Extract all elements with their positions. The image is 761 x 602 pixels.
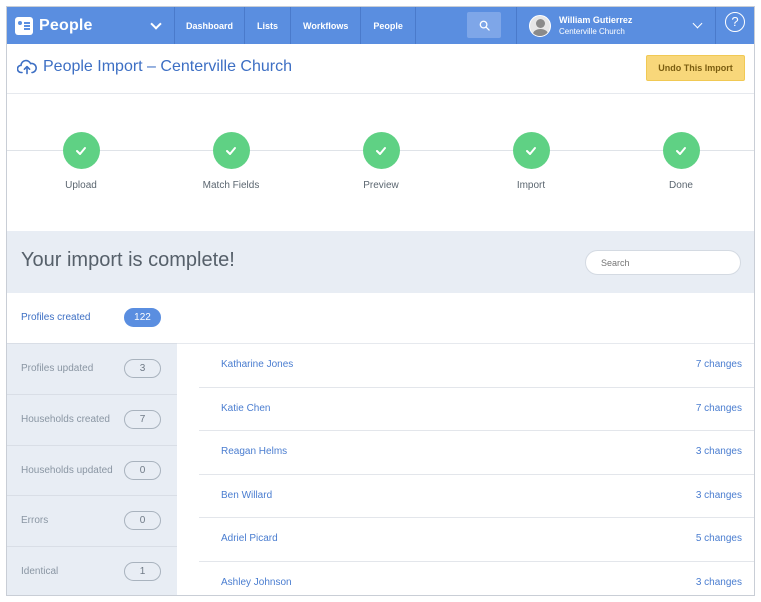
stat-count-badge: 122 xyxy=(124,308,161,327)
list-item[interactable]: Reagan Helms 3 changes xyxy=(199,431,754,475)
import-complete-banner: Your import is complete! xyxy=(7,231,754,293)
help-icon[interactable]: ? xyxy=(725,12,745,32)
step-preview: Preview xyxy=(331,132,431,191)
changes-link[interactable]: 5 changes xyxy=(696,533,742,544)
step-label: Match Fields xyxy=(202,180,260,191)
profile-name-link[interactable]: Ashley Johnson xyxy=(221,577,292,588)
step-upload: Upload xyxy=(31,132,131,191)
profile-name-link[interactable]: Katie Chen xyxy=(221,403,270,414)
changes-link[interactable]: 7 changes xyxy=(696,403,742,414)
changes-link[interactable]: 3 changes xyxy=(696,446,742,457)
stat-label: Errors xyxy=(21,515,49,526)
cloud-upload-icon xyxy=(17,59,37,75)
stat-count-badge: 3 xyxy=(124,359,161,378)
stat-errors[interactable]: Errors 0 xyxy=(7,495,177,546)
search-button[interactable] xyxy=(467,12,501,38)
import-stats-sidebar: Profiles created 122 Profiles updated 3 … xyxy=(7,293,177,595)
profile-name-link[interactable]: Reagan Helms xyxy=(221,446,287,457)
imported-profiles-list: Katharine Jones 7 changes Katie Chen 7 c… xyxy=(199,344,754,595)
profile-name-link[interactable]: Ben Willard xyxy=(221,490,272,501)
app-name: People xyxy=(39,16,93,34)
stat-profiles-updated[interactable]: Profiles updated 3 xyxy=(7,343,177,394)
people-logo-icon xyxy=(15,16,33,35)
changes-link[interactable]: 7 changes xyxy=(696,359,742,370)
page-header: People Import – Centerville Church Undo … xyxy=(7,44,754,94)
stat-label: Profiles updated xyxy=(21,363,94,374)
stat-profiles-created[interactable]: Profiles created 122 xyxy=(7,293,177,344)
step-import: Import xyxy=(481,132,581,191)
step-label: Import xyxy=(516,180,546,191)
stat-count-badge: 7 xyxy=(124,410,161,429)
stat-count-badge: 1 xyxy=(124,562,161,581)
user-name: William Gutierrez xyxy=(559,14,633,25)
undo-import-button[interactable]: Undo This Import xyxy=(646,55,745,81)
check-icon xyxy=(212,132,250,169)
top-navbar: People Dashboard Lists Workflows People … xyxy=(7,7,754,44)
nav-people[interactable]: People xyxy=(361,7,416,44)
stat-count-badge: 0 xyxy=(124,461,161,480)
step-label: Done xyxy=(669,180,693,191)
stat-label: Households updated xyxy=(21,465,113,476)
nav-workflows[interactable]: Workflows xyxy=(291,7,362,44)
user-menu[interactable]: William Gutierrez Centerville Church xyxy=(516,7,716,44)
chevron-down-icon xyxy=(692,18,703,29)
check-icon xyxy=(362,132,400,169)
stat-identical[interactable]: Identical 1 xyxy=(7,546,177,595)
step-done: Done xyxy=(631,132,731,191)
nav-dashboard[interactable]: Dashboard xyxy=(175,7,246,44)
changes-link[interactable]: 3 changes xyxy=(696,577,742,588)
stat-count-badge: 0 xyxy=(124,511,161,530)
banner-title: Your import is complete! xyxy=(21,249,235,271)
import-progress-steps: Upload Match Fields Preview Import Done xyxy=(7,95,754,231)
step-label: Preview xyxy=(363,180,399,191)
stat-label: Households created xyxy=(21,414,110,425)
search-icon xyxy=(479,20,490,31)
check-icon xyxy=(662,132,700,169)
avatar xyxy=(529,14,551,37)
search-input[interactable] xyxy=(585,250,741,275)
page-title: People Import – Centerville Church xyxy=(43,58,293,75)
step-match-fields: Match Fields xyxy=(181,132,281,191)
list-item[interactable]: Katie Chen 7 changes xyxy=(199,388,754,432)
profile-name-link[interactable]: Katharine Jones xyxy=(221,359,293,370)
profile-name-link[interactable]: Adriel Picard xyxy=(221,533,278,544)
list-item[interactable]: Ashley Johnson 3 changes xyxy=(199,562,754,595)
nav-lists[interactable]: Lists xyxy=(245,7,292,44)
stat-households-created[interactable]: Households created 7 xyxy=(7,394,177,445)
user-organization: Centerville Church xyxy=(559,26,625,36)
list-item[interactable]: Adriel Picard 5 changes xyxy=(199,518,754,562)
stat-label: Profiles created xyxy=(21,312,91,323)
changes-link[interactable]: 3 changes xyxy=(696,490,742,501)
list-item[interactable]: Ben Willard 3 changes xyxy=(199,475,754,519)
list-item[interactable]: Katharine Jones 7 changes xyxy=(199,344,754,388)
check-icon xyxy=(62,132,100,169)
app-window: People Dashboard Lists Workflows People … xyxy=(6,6,755,596)
chevron-down-icon xyxy=(150,17,162,30)
stat-households-updated[interactable]: Households updated 0 xyxy=(7,445,177,496)
step-label: Upload xyxy=(65,180,97,191)
app-switcher[interactable]: People xyxy=(7,7,175,44)
check-icon xyxy=(512,132,550,169)
stat-label: Identical xyxy=(21,566,59,577)
